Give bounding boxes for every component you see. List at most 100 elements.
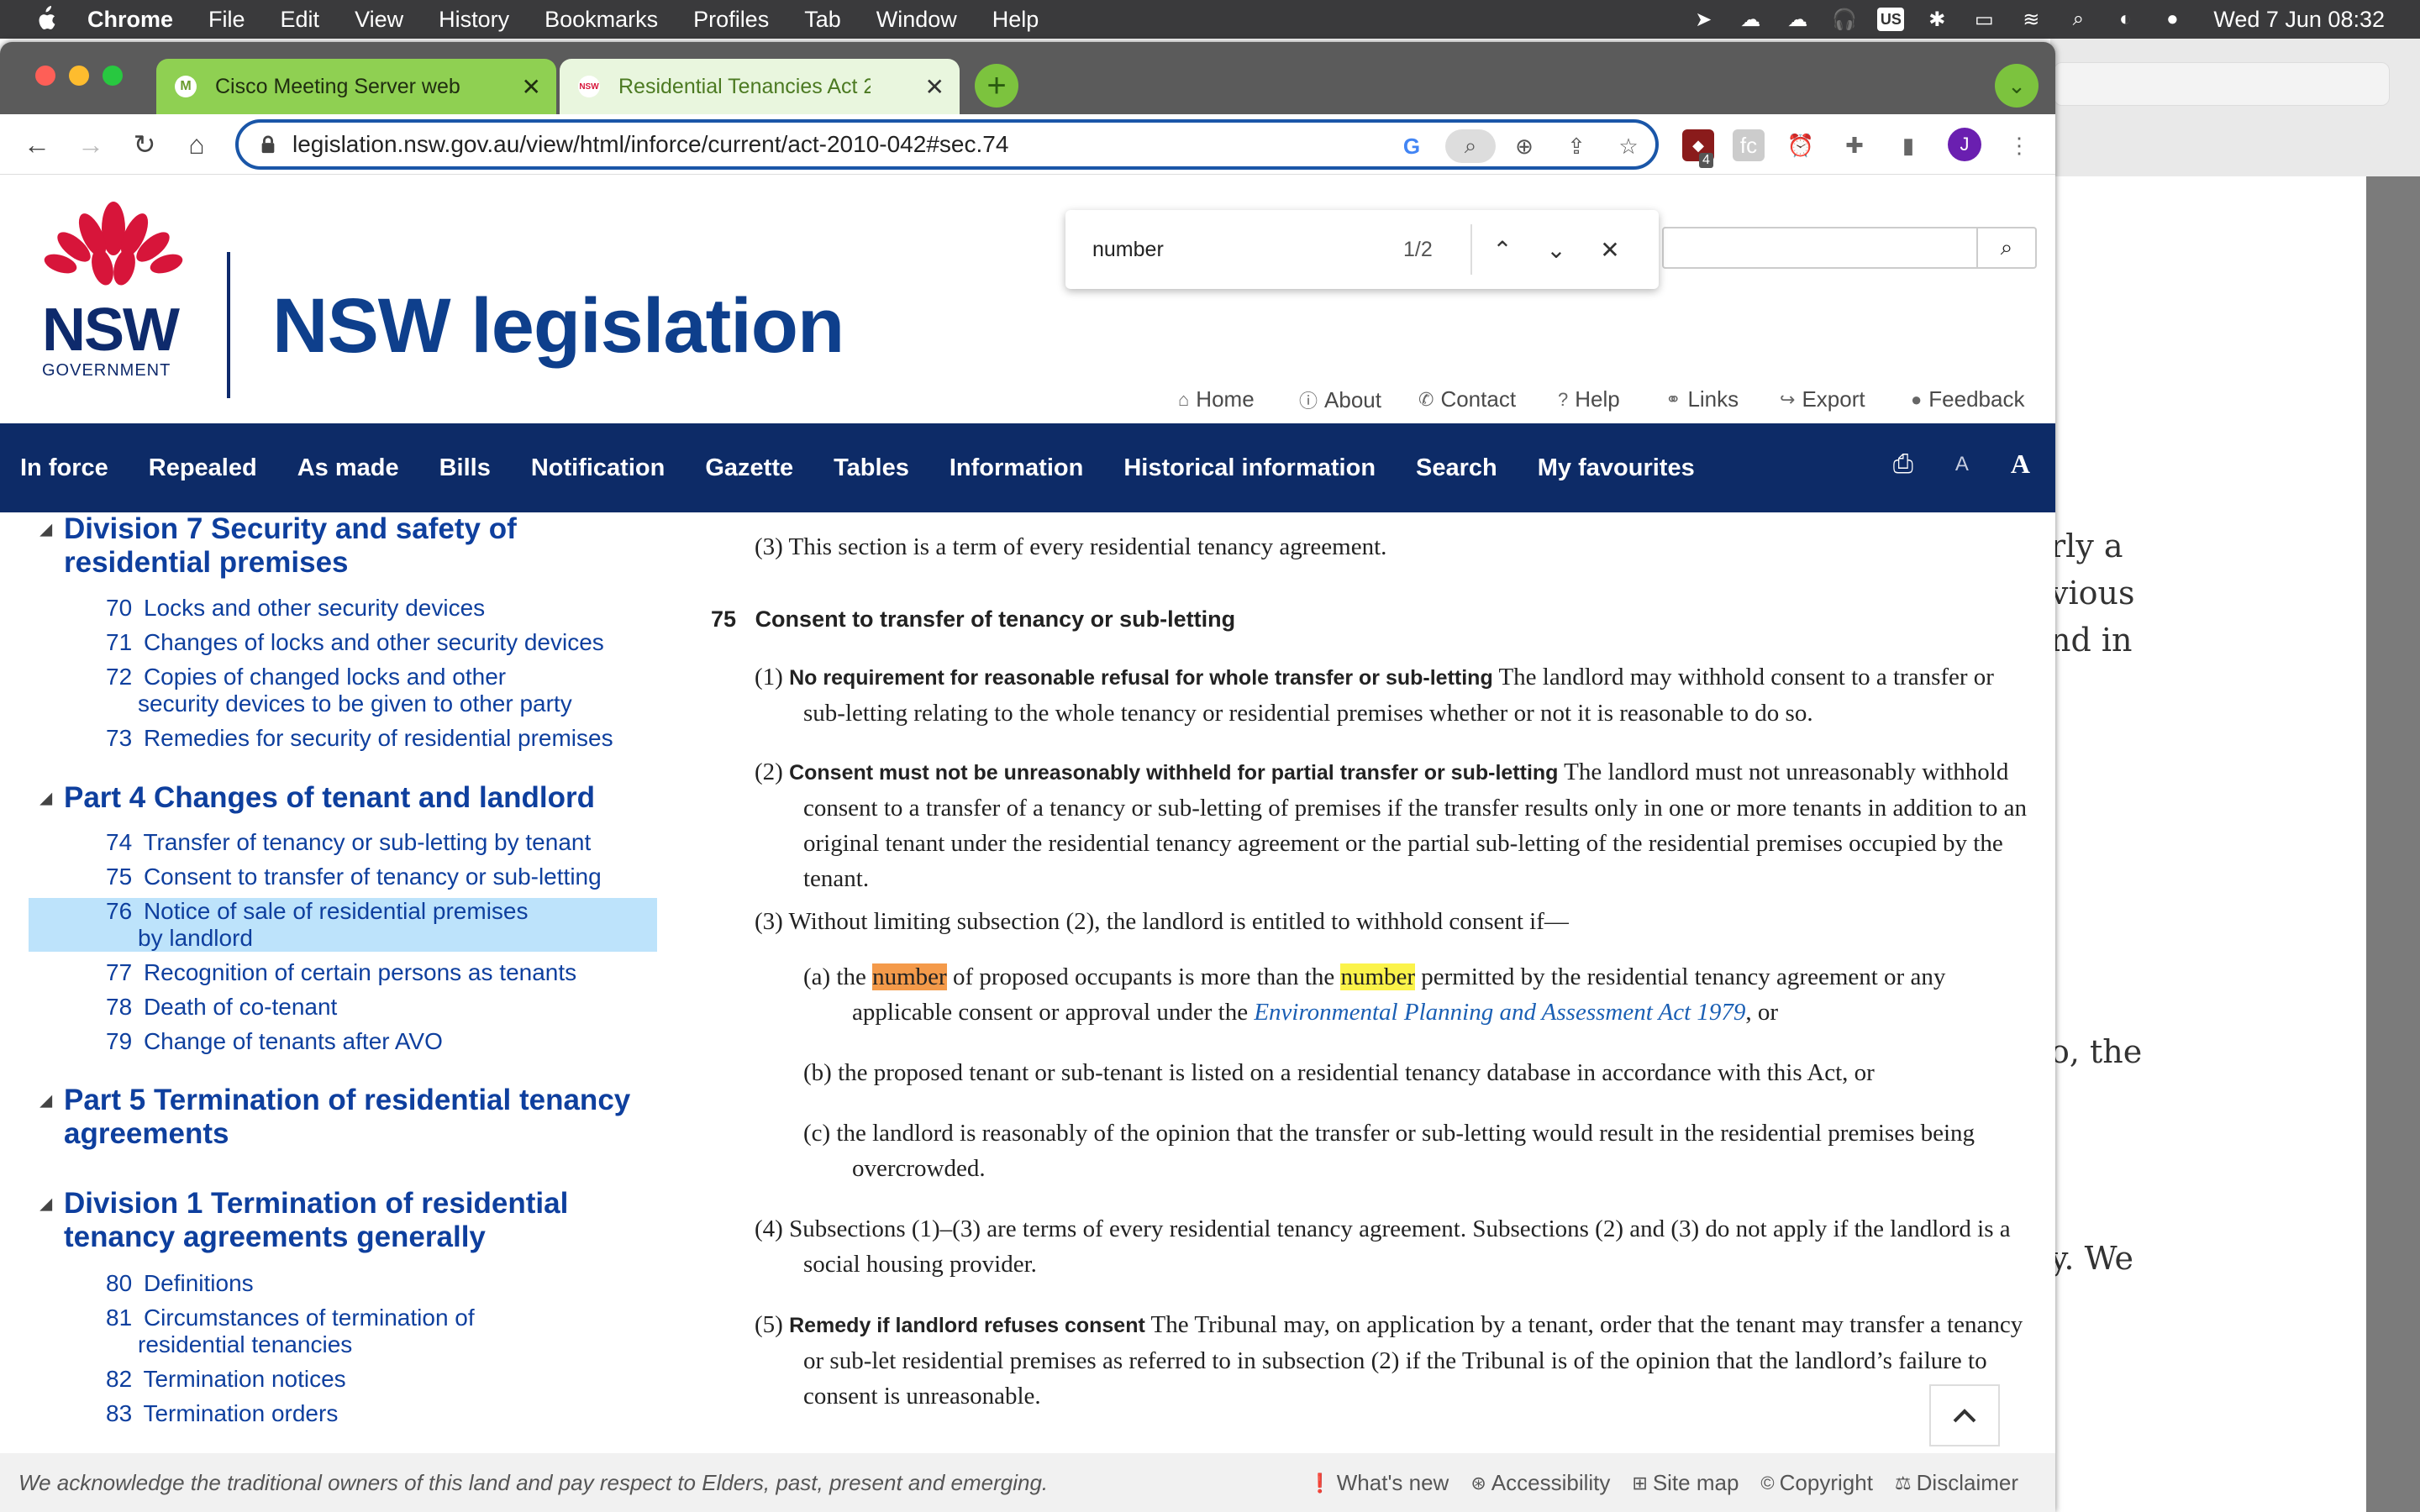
text-size-large-button[interactable]: A [2011,449,2030,480]
expand-triangle-icon[interactable]: ◢ [40,1084,52,1117]
nav-gazette[interactable]: Gazette [705,454,793,482]
menu-profiles[interactable]: Profiles [693,7,769,33]
nav-in-force[interactable]: In force [20,454,108,482]
nav-my-favourites[interactable]: My favourites [1538,454,1695,482]
footer-link-whats-new[interactable]: ❗ What's new [1308,1470,1449,1496]
cloud-icon[interactable]: ☁ [1783,8,1812,31]
apple-icon[interactable] [32,5,57,34]
util-nav-home[interactable]: ⌂ Home [1178,386,1255,412]
toc-item-active[interactable]: 76 Notice of sale of residential premise… [29,898,657,952]
reload-icon[interactable]: ↻ [126,126,163,163]
menu-tab[interactable]: Tab [804,7,841,33]
profile-avatar[interactable]: J [1948,128,1981,161]
extensions-puzzle-icon[interactable]: ✚ [1839,129,1870,161]
toc-item[interactable]: 80 Definitions [106,1270,644,1297]
extension-generic-icon[interactable]: fc [1733,129,1765,161]
nav-notification[interactable]: Notification [531,454,666,482]
input-source-icon[interactable]: US [1877,8,1905,31]
toc-item[interactable]: 73 Remedies for security of residential … [106,725,644,752]
text-size-small-button[interactable]: A [1955,453,1969,476]
close-tab-icon[interactable]: ✕ [925,73,944,101]
nav-repealed[interactable]: Repealed [149,454,257,482]
toc-item[interactable]: 72 Copies of changed locks and other sec… [106,664,576,717]
nav-bills[interactable]: Bills [439,454,491,482]
toc-item[interactable]: 82 Termination notices [106,1366,644,1393]
menu-app-chrome[interactable]: Chrome [87,7,173,33]
print-icon[interactable]: ⎙ [1893,450,1913,479]
footer-link-disclaimer[interactable]: ⚖ Disclaimer [1895,1470,2018,1496]
back-icon[interactable]: ← [18,126,55,163]
menu-file[interactable]: File [208,7,245,33]
control-center-icon[interactable]: ◐ [2111,8,2139,31]
find-previous-icon[interactable]: ⌃ [1479,226,1526,273]
footer-link-site-map[interactable]: ⊞ Site map [1632,1470,1739,1496]
toc-item[interactable]: 79 Change of tenants after AVO [106,1028,644,1055]
url-text[interactable]: legislation.nsw.gov.au/view/html/inforce… [292,131,1008,158]
google-lens-icon[interactable]: G [1395,129,1428,163]
tab-search-button[interactable]: ⌄ [1995,64,2039,108]
menu-view[interactable]: View [355,7,403,33]
address-bar[interactable]: legislation.nsw.gov.au/view/html/inforce… [235,119,1659,170]
toc-item[interactable]: 74 Transfer of tenancy or sub-letting by… [106,829,644,856]
footer-link-copyright[interactable]: © Copyright [1760,1470,1873,1496]
alarm-clock-icon[interactable]: ⏰ [1785,129,1817,161]
act-link[interactable]: Environmental Planning and Assessment Ac… [1254,999,1745,1026]
lock-icon[interactable] [259,135,277,154]
util-nav-feedback[interactable]: ● Feedback [1911,386,2024,412]
minimize-window-button[interactable] [69,66,89,86]
nav-information[interactable]: Information [950,454,1084,482]
toc-item[interactable]: 77 Recognition of certain persons as ten… [106,959,644,986]
toc-item[interactable]: 71 Changes of locks and other security d… [106,629,644,656]
find-close-icon[interactable]: ✕ [1586,226,1634,273]
forward-icon[interactable]: → [72,126,109,163]
search-icon[interactable]: ⌕ [1976,228,2035,267]
toc-heading-part-5[interactable]: ◢ Part 5 Termination of residential tenan… [40,1084,635,1151]
nav-as-made[interactable]: As made [297,454,399,482]
find-in-page-icon[interactable]: ⌕ [1445,129,1496,163]
toc-item[interactable]: 81 Circumstances of termination of resid… [106,1305,576,1358]
new-tab-button[interactable]: + [975,64,1018,108]
battery-icon[interactable]: ▭ [1970,8,1998,31]
toc-item[interactable]: 70 Locks and other security devices [106,595,644,622]
toc-item[interactable]: 83 Termination orders [106,1400,644,1427]
expand-triangle-icon[interactable]: ◢ [40,512,52,546]
tab-cisco-meeting[interactable]: M Cisco Meeting Server web ✕ [156,59,556,114]
bluetooth-icon[interactable]: ✱ [1923,8,1951,31]
headphones-icon[interactable]: 🎧 [1830,8,1859,31]
toc-heading-part-4[interactable]: ◢ Part 4 Changes of tenant and landlord [40,781,635,815]
back-to-top-button[interactable] [1929,1384,2000,1446]
util-nav-help[interactable]: ? Help [1558,386,1620,412]
find-next-icon[interactable]: ⌄ [1533,226,1580,273]
util-nav-export[interactable]: ↪ Export [1780,386,1865,412]
bell-icon[interactable]: ☁ [1736,8,1765,31]
zoom-window-button[interactable] [103,66,123,86]
menu-history[interactable]: History [439,7,509,33]
nav-historical-information[interactable]: Historical information [1123,454,1376,482]
util-nav-about[interactable]: ⓘ About [1299,386,1381,413]
menu-help[interactable]: Help [992,7,1039,33]
toc-heading-division-7[interactable]: ◢ Division 7 Security and safety of resid… [40,512,635,580]
util-nav-links[interactable]: ⚭ Links [1665,386,1739,412]
tab-residential-tenancies-act[interactable]: NSW Residential Tenancies Act 2010 ✕ [560,59,960,114]
menu-window[interactable]: Window [876,7,957,33]
find-input[interactable]: number [1092,238,1378,262]
menubar-clock[interactable]: Wed 7 Jun 08:32 [2213,7,2385,33]
spotlight-search-icon[interactable]: ⌕ [2064,8,2092,31]
close-window-button[interactable] [35,66,55,86]
send-icon[interactable]: ➤ [1689,8,1718,31]
site-search-input[interactable]: ⌕ [1662,227,2037,269]
nsw-government-logo[interactable]: NSW GOVERNMENT [37,195,188,380]
close-tab-icon[interactable]: ✕ [522,73,541,101]
side-panel-icon[interactable]: ▮ [1892,129,1924,161]
siri-icon[interactable]: ● [2158,8,2186,31]
chrome-menu-icon[interactable]: ⋮ [2003,129,2035,161]
toc-item[interactable]: 78 Death of co-tenant [106,994,644,1021]
nav-tables[interactable]: Tables [834,454,909,482]
nav-search[interactable]: Search [1416,454,1497,482]
footer-link-accessibility[interactable]: ⊛ Accessibility [1470,1470,1610,1496]
home-icon[interactable]: ⌂ [178,126,215,163]
bookmark-star-icon[interactable]: ☆ [1612,129,1645,163]
site-title[interactable]: NSW legislation [272,282,844,370]
background-window-scrollbar[interactable] [2366,176,2420,1512]
util-nav-contact[interactable]: ✆ Contact [1418,386,1516,412]
